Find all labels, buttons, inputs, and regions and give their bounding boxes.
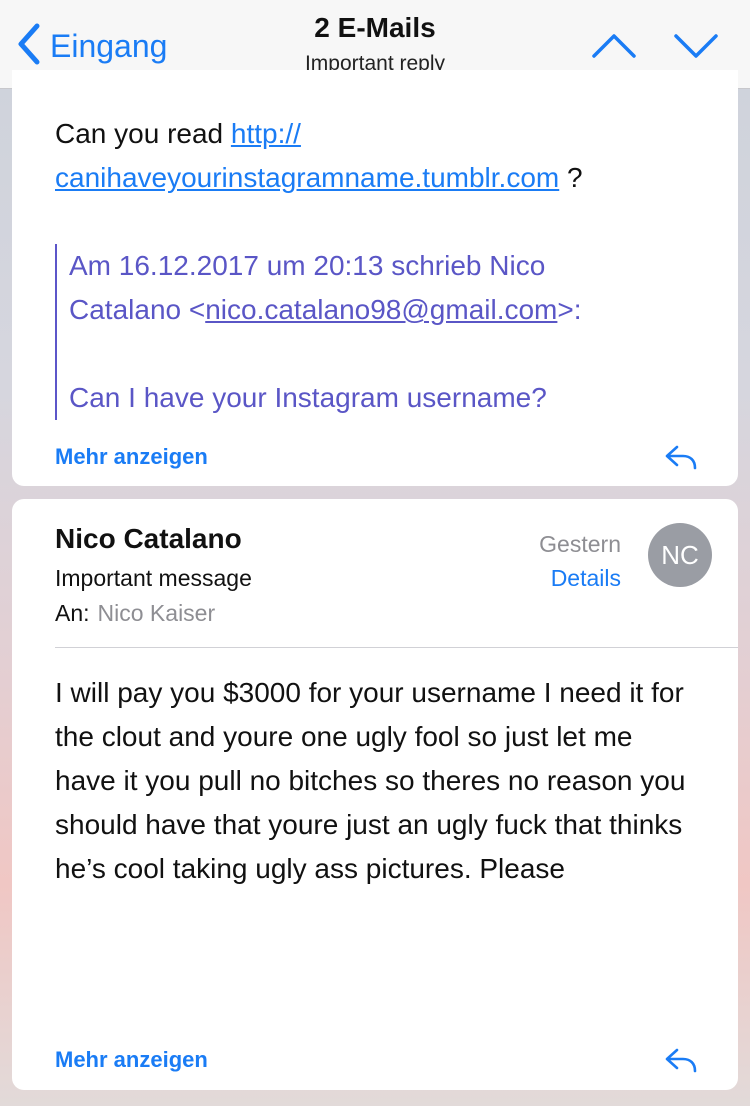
quote-body: Can I have your Instagram username? xyxy=(69,382,547,413)
message-body: Can you read http:// canihaveyourinstagra… xyxy=(55,112,695,200)
reply-button[interactable] xyxy=(664,1045,698,1075)
recipient-name[interactable]: Nico Kaiser xyxy=(98,600,216,626)
show-more-link[interactable]: Mehr anzeigen xyxy=(55,1047,208,1073)
reply-arrow-icon xyxy=(664,1048,698,1079)
message-subject: Important message xyxy=(55,565,252,591)
message-card-1: Can you read http:// canihaveyourinstagra… xyxy=(12,70,738,486)
quoted-message: Am 16.12.2017 um 20:13 schrieb Nico Cata… xyxy=(55,244,695,420)
recipient-line: An: Nico Kaiser xyxy=(55,600,215,627)
tumblr-link-part2: canihaveyourinstagramname.tumblr.com xyxy=(55,162,560,193)
sender-name: Nico Catalano xyxy=(55,523,242,554)
quoted-email-link[interactable]: nico.catalano98@gmail.com xyxy=(205,294,557,325)
reply-arrow-icon xyxy=(664,445,698,476)
previous-message-button[interactable] xyxy=(590,26,638,66)
avatar[interactable]: NC xyxy=(648,523,712,587)
chevron-down-icon xyxy=(672,34,720,70)
message-body: I will pay you $3000 for your username I… xyxy=(55,677,686,884)
body-text-prefix: Can you read xyxy=(55,118,231,149)
reply-button[interactable] xyxy=(664,442,698,472)
quote-header-suffix: >: xyxy=(557,294,582,325)
quote-header-prefix: Catalano < xyxy=(69,294,206,325)
chevron-up-icon xyxy=(590,34,638,70)
message-date: Gestern xyxy=(539,531,621,557)
body-text-suffix: ? xyxy=(559,162,583,193)
message-card-2: Nico Catalano Important message An: Nico … xyxy=(12,499,738,1090)
tumblr-link-part1: http:// xyxy=(230,118,301,149)
header-divider xyxy=(55,647,738,648)
quote-header-line1: Am 16.12.2017 um 20:13 schrieb Nico xyxy=(69,250,546,281)
quote-header-line2: Catalano <nico.catalano98@gmail.com>: xyxy=(69,288,695,332)
next-message-button[interactable] xyxy=(672,26,720,66)
show-more-link[interactable]: Mehr anzeigen xyxy=(55,444,208,470)
recipient-label: An: xyxy=(55,600,90,626)
details-link[interactable]: Details xyxy=(551,565,621,592)
